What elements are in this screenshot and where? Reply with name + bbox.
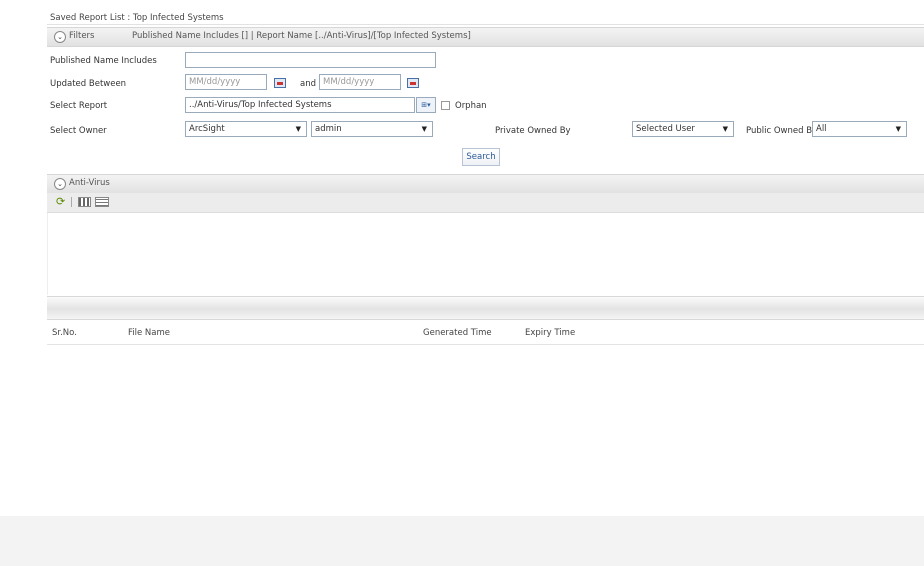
owner-group-select[interactable]: ArcSight ▼ xyxy=(185,121,307,137)
select-report-input[interactable]: ../Anti-Virus/Top Infected Systems xyxy=(185,97,415,113)
public-owned-by-value: All xyxy=(816,124,827,134)
select-report-label: Select Report xyxy=(50,101,108,111)
dropdown-arrow-icon: ▼ xyxy=(295,125,301,133)
anti-virus-title: Anti-Virus xyxy=(69,178,110,188)
column-header-expiry-time[interactable]: Expiry Time xyxy=(525,328,575,338)
column-header-srno[interactable]: Sr.No. xyxy=(52,328,77,338)
tree-picker-icon[interactable]: ⊞▾ xyxy=(416,97,436,113)
orphan-label: Orphan xyxy=(455,101,487,111)
table-header-divider xyxy=(47,344,924,345)
results-panel xyxy=(47,213,924,295)
page-footer xyxy=(0,516,924,566)
filters-summary: Published Name Includes [] | Report Name… xyxy=(132,31,471,41)
column-header-file-name[interactable]: File Name xyxy=(128,328,170,338)
toolbar-separator xyxy=(71,197,72,207)
and-label: and xyxy=(300,79,316,89)
grid-view-icon[interactable] xyxy=(78,197,91,207)
owner-group-value: ArcSight xyxy=(189,124,225,134)
private-owned-by-value: Selected User xyxy=(636,124,695,134)
calendar-icon[interactable] xyxy=(407,78,419,88)
list-view-icon[interactable] xyxy=(95,197,109,207)
anti-virus-header[interactable]: ⌄ Anti-Virus xyxy=(47,174,924,194)
calendar-icon[interactable] xyxy=(274,78,286,88)
orphan-checkbox[interactable] xyxy=(441,101,450,110)
private-owned-by-select[interactable]: Selected User ▼ xyxy=(632,121,734,137)
filters-header[interactable]: ⌄ Filters Published Name Includes [] | R… xyxy=(47,27,924,47)
owner-user-select[interactable]: admin ▼ xyxy=(311,121,433,137)
filters-title: Filters xyxy=(69,31,95,41)
collapse-icon[interactable]: ⌄ xyxy=(54,178,66,190)
date-to-input[interactable]: MM/dd/yyyy xyxy=(319,74,401,90)
date-from-input[interactable]: MM/dd/yyyy xyxy=(185,74,267,90)
column-header-generated-time[interactable]: Generated Time xyxy=(423,328,492,338)
search-button[interactable]: Search xyxy=(462,148,500,166)
collapse-icon[interactable]: ⌄ xyxy=(54,31,66,43)
private-owned-by-label: Private Owned By xyxy=(495,126,571,136)
divider xyxy=(47,24,924,25)
breadcrumb: Saved Report List : Top Infected Systems xyxy=(50,13,224,23)
select-owner-label: Select Owner xyxy=(50,126,107,136)
public-owned-by-select[interactable]: All ▼ xyxy=(812,121,907,137)
owner-user-value: admin xyxy=(315,124,342,134)
dropdown-arrow-icon: ▼ xyxy=(895,125,901,133)
updated-between-label: Updated Between xyxy=(50,79,127,89)
public-owned-by-label: Public Owned By xyxy=(746,126,818,136)
published-name-label: Published Name Includes xyxy=(50,56,157,66)
published-name-input[interactable] xyxy=(185,52,436,68)
dropdown-arrow-icon: ▼ xyxy=(722,125,728,133)
refresh-icon[interactable]: ⟳ xyxy=(56,196,66,207)
results-toolbar: ⟳ xyxy=(47,193,924,213)
dropdown-arrow-icon: ▼ xyxy=(421,125,427,133)
splitter-bar[interactable] xyxy=(47,296,924,320)
